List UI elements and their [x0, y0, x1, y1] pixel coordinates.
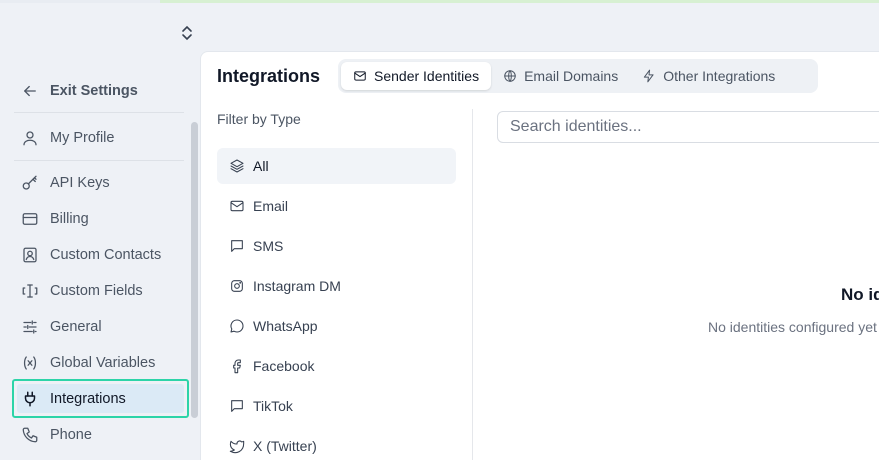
integration-tabs: Sender Identities Email Domains Other In…	[338, 59, 818, 93]
filter-label: SMS	[253, 238, 284, 254]
filter-facebook[interactable]: Facebook	[217, 348, 456, 384]
arrow-left-icon	[20, 81, 40, 101]
tab-email-domains[interactable]: Email Domains	[491, 62, 630, 90]
user-icon	[20, 128, 40, 148]
mail-icon	[354, 71, 366, 81]
sidebar-divider	[14, 160, 184, 161]
chevron-up-down-icon[interactable]	[180, 24, 194, 42]
panel-divider	[472, 109, 473, 460]
integrations-panel: Integrations Sender Identities Email Dom…	[200, 51, 879, 460]
sidebar-item-integrations[interactable]: Integrations	[10, 382, 180, 416]
exit-settings-button[interactable]: Exit Settings	[10, 74, 180, 108]
message-square-icon	[229, 238, 245, 254]
filter-tiktok[interactable]: TikTok	[217, 388, 456, 424]
variable-icon	[20, 353, 40, 373]
tab-label: Email Domains	[524, 68, 619, 84]
filter-label: X (Twitter)	[253, 438, 317, 454]
filter-instagram-dm[interactable]: Instagram DM	[217, 268, 456, 304]
sidebar-divider	[14, 112, 184, 113]
sidebar-item-phone[interactable]: Phone	[10, 418, 180, 452]
page-title: Integrations	[217, 66, 321, 86]
globe-icon	[504, 70, 516, 82]
sidebar-item-label: Billing	[50, 211, 89, 227]
top-strip-left	[0, 0, 160, 3]
filter-email[interactable]: Email	[217, 188, 456, 224]
tab-other-integrations[interactable]: Other Integrations	[630, 62, 787, 90]
sidebar-item-label: My Profile	[50, 130, 115, 146]
sidebar-item-label: General	[50, 319, 102, 335]
filter-label: Facebook	[253, 358, 315, 374]
filter-all[interactable]: All	[217, 148, 456, 184]
filter-label: Instagram DM	[253, 278, 341, 294]
filter-whatsapp[interactable]: WhatsApp	[217, 308, 456, 344]
filter-label: Email	[253, 198, 289, 214]
tab-label: Other Integrations	[663, 68, 776, 84]
credit-card-icon	[20, 209, 40, 229]
facebook-icon	[229, 358, 245, 374]
text-field-icon	[20, 281, 40, 301]
contact-card-icon	[20, 245, 40, 265]
sidebar-item-api-keys[interactable]: API Keys	[10, 166, 180, 200]
sidebar-item-global-variables[interactable]: Global Variables	[10, 346, 180, 380]
filter-sms[interactable]: SMS	[217, 228, 456, 264]
plug-icon	[20, 389, 40, 409]
sidebar-item-billing[interactable]: Billing	[10, 202, 180, 236]
tab-sender-identities[interactable]: Sender Identities	[341, 62, 492, 90]
phone-icon	[20, 425, 40, 445]
zap-icon	[644, 69, 654, 83]
sidebar-item-general[interactable]: General	[10, 310, 180, 344]
sidebar-item-label: Custom Fields	[50, 283, 143, 299]
filter-label: WhatsApp	[253, 318, 318, 334]
filter-x-twitter[interactable]: X (Twitter)	[217, 428, 456, 460]
sidebar-item-my-profile[interactable]: My Profile	[10, 121, 180, 155]
sidebar-item-label: Global Variables	[50, 355, 156, 371]
filter-label: All	[253, 158, 269, 174]
mail-icon	[229, 198, 245, 214]
layers-icon	[229, 158, 245, 174]
sidebar-scrollbar[interactable]	[191, 122, 198, 418]
key-icon	[20, 173, 40, 193]
filter-heading: Filter by Type	[217, 111, 301, 127]
empty-state-title: No identities configured	[841, 285, 879, 304]
search-input[interactable]	[497, 111, 879, 143]
empty-state-subtitle: No identities configured yet	[708, 319, 877, 335]
message-circle-icon	[229, 318, 245, 334]
filter-label: TikTok	[253, 398, 293, 414]
sidebar-item-label: Custom Contacts	[50, 247, 162, 263]
sidebar-item-custom-contacts[interactable]: Custom Contacts	[10, 238, 180, 272]
instagram-icon	[229, 278, 245, 294]
exit-settings-label: Exit Settings	[50, 83, 138, 99]
message-square-icon	[229, 398, 245, 414]
sidebar-item-label: Phone	[50, 427, 92, 443]
sliders-icon	[20, 317, 40, 337]
sidebar-item-label: API Keys	[50, 175, 110, 191]
top-strip	[160, 0, 879, 3]
sidebar-item-label: Integrations	[50, 391, 126, 407]
sidebar-item-custom-fields[interactable]: Custom Fields	[10, 274, 180, 308]
tab-label: Sender Identities	[374, 68, 480, 84]
twitter-icon	[229, 438, 245, 454]
